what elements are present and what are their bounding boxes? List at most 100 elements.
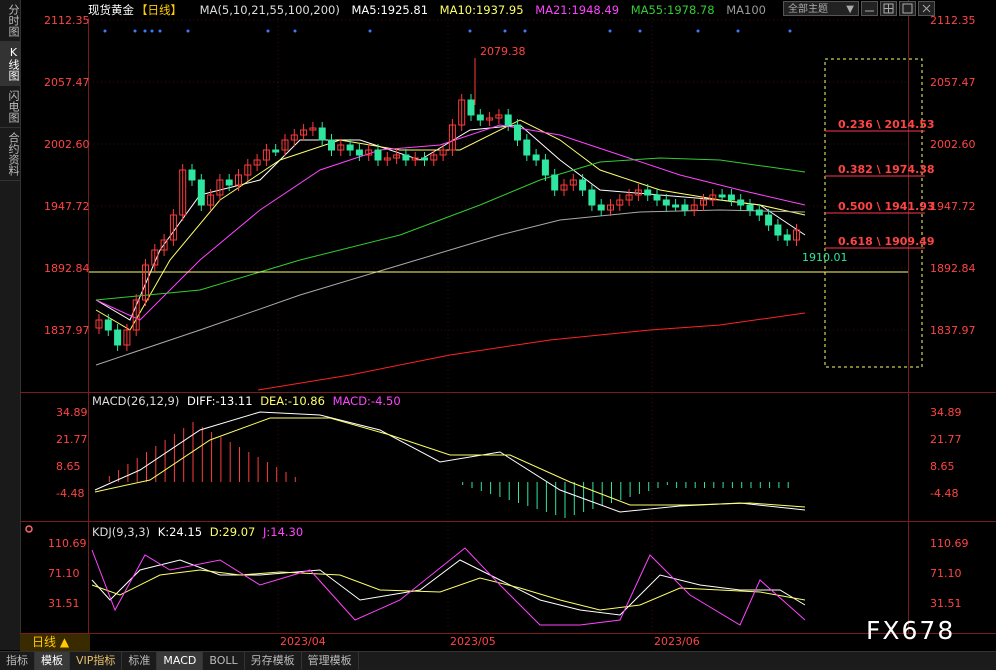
candle-body	[346, 144, 354, 151]
kdj-settings-icon[interactable]	[25, 525, 33, 533]
ma5-value: MA5:1925.81	[351, 3, 429, 17]
period-tag[interactable]: 【日线】	[136, 3, 182, 17]
tab-templates[interactable]: 模板	[35, 652, 70, 670]
ma100-line	[95, 209, 806, 366]
candle-body	[579, 179, 587, 191]
signal-dot	[143, 29, 147, 33]
price-tick-right: 2057.47	[930, 76, 976, 89]
tab-macd[interactable]: MACD	[157, 652, 204, 670]
chevron-down-icon: ▼	[846, 4, 854, 15]
candle-body	[355, 149, 363, 156]
candle-body	[662, 199, 670, 206]
tab-kline[interactable]: K线图	[0, 42, 20, 86]
instrument-name[interactable]: 现货黄金	[88, 3, 134, 17]
candle-body	[476, 114, 484, 121]
ma-formula: MA(5,10,21,55,100,200)	[199, 3, 340, 17]
signal-dot	[696, 29, 700, 33]
expand-icon[interactable]	[899, 1, 916, 16]
price-tick-right: 1892.84	[930, 262, 976, 275]
candle-body	[188, 169, 196, 181]
macd-tick-right: -4.48	[930, 487, 958, 500]
kdj-d: D:29.07	[209, 525, 256, 539]
tab-flash[interactable]: 闪电图	[0, 86, 20, 128]
ma200-line	[257, 312, 806, 391]
signal-dot	[103, 29, 107, 33]
kdj-tick-left: 71.10	[48, 567, 80, 580]
price-tick-left: 1892.84	[44, 262, 90, 275]
candle-body	[514, 124, 521, 141]
signal-dot	[523, 29, 527, 33]
candle-body	[737, 199, 745, 206]
fib-level-label: 0.500 \ 1941.93	[838, 200, 935, 213]
theme-dropdown-label: 全部主题	[788, 4, 828, 15]
price-tick-left: 1947.72	[44, 200, 90, 213]
price-tick-left: 1837.97	[44, 324, 90, 337]
candle-body	[197, 179, 205, 206]
date-label: 2023/04	[280, 635, 326, 648]
ma10-value: MA10:1937.95	[439, 3, 524, 17]
signal-dot	[133, 29, 137, 33]
kdj-tick-left: 110.69	[48, 537, 87, 550]
tab-timeshare[interactable]: 分时图	[0, 0, 20, 42]
macd-diff-line	[94, 411, 806, 513]
date-label: 2023/06	[654, 635, 700, 648]
tab-indicators[interactable]: 指标	[0, 652, 35, 670]
macd-name[interactable]: MACD(26,12,9)	[92, 394, 179, 408]
kdj-name[interactable]: KDJ(9,3,3)	[92, 525, 150, 539]
candle-body	[551, 174, 559, 191]
grid-layout-icon[interactable]	[880, 1, 897, 16]
macd-tick-right: 21.77	[930, 433, 962, 446]
left-sidebar: 分时图 K线图 闪电图 合约资料	[0, 0, 21, 650]
date-label: 2023/05	[450, 635, 496, 648]
price-tick-right: 2112.35	[930, 14, 976, 27]
timeframe-selector[interactable]: 日线 ▲	[20, 634, 90, 651]
candle-body	[318, 127, 326, 141]
tab-manage-templates[interactable]: 管理模板	[302, 652, 359, 670]
candle-body	[374, 149, 382, 161]
macd-tick-left: 8.65	[56, 460, 81, 473]
signal-dot	[788, 29, 792, 33]
signal-dot	[150, 29, 154, 33]
candle-body	[718, 194, 726, 198]
candle-body	[746, 204, 754, 211]
close-icon[interactable]	[918, 1, 935, 16]
price-tick-right: 1837.97	[930, 324, 976, 337]
macd-dea-line	[94, 417, 806, 508]
macd-value: MACD:-4.50	[332, 394, 401, 408]
candle-body	[644, 189, 652, 196]
macd-tick-left: -4.48	[56, 487, 84, 500]
ma10-line	[95, 119, 806, 331]
tab-standard[interactable]: 标准	[122, 652, 158, 670]
price-tick-left: 2057.47	[44, 76, 90, 89]
signal-dot	[158, 29, 162, 33]
tab-boll[interactable]: BOLL	[203, 652, 245, 670]
candle-body	[402, 154, 410, 161]
minimize-icon[interactable]	[861, 1, 878, 16]
high-price-label: 2079.38	[480, 45, 526, 58]
bottom-toolbar: 指标 模板 VIP指标 标准 MACD BOLL 另存模板 管理模板	[0, 651, 996, 670]
candle-body	[523, 139, 531, 156]
chart-canvas[interactable]: 2112.35 2057.47 2002.60 1947.72 1892.84 …	[20, 0, 996, 650]
macd-dea: DEA:-10.86	[260, 394, 325, 408]
candle-body	[272, 149, 280, 153]
macd-tick-left: 21.77	[56, 433, 88, 446]
candle-body	[653, 194, 661, 201]
candle-body	[114, 329, 122, 346]
tab-save-template[interactable]: 另存模板	[245, 652, 302, 670]
fib-level-label: 0.236 \ 2014.53	[838, 118, 935, 131]
tab-contract-info[interactable]: 合约资料	[0, 128, 20, 181]
ma21-line	[95, 124, 806, 321]
tab-vip-indicators[interactable]: VIP指标	[70, 652, 123, 670]
theme-dropdown[interactable]: 全部主题 ▼	[783, 1, 859, 16]
fib-level-label: 0.382 \ 1974.38	[838, 163, 935, 176]
signal-dot	[638, 29, 642, 33]
price-tick-right: 2002.60	[930, 138, 976, 151]
kdj-tick-right: 110.69	[930, 537, 969, 550]
macd-header: MACD(26,12,9) DIFF:-13.11 DEA:-10.86 MAC…	[92, 394, 405, 408]
candle-body	[421, 157, 428, 161]
macd-tick-right: 8.65	[930, 460, 955, 473]
kdj-tick-right: 71.10	[930, 567, 962, 580]
ma5-line	[95, 124, 806, 321]
ma21-value: MA21:1948.49	[535, 3, 620, 17]
candle-body	[774, 224, 782, 236]
